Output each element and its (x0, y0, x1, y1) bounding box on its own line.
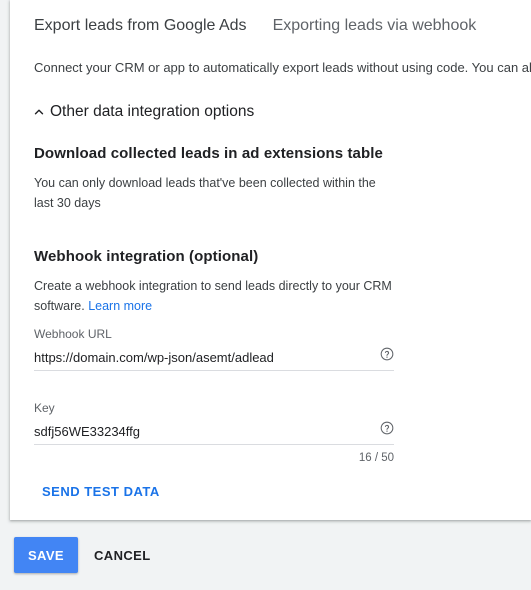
send-test-data-button[interactable]: SEND TEST DATA (42, 484, 160, 499)
tab-export-leads-google-ads[interactable]: Export leads from Google Ads (34, 16, 247, 36)
help-circle-icon[interactable] (380, 421, 394, 435)
learn-more-link[interactable]: Learn more (88, 299, 152, 313)
tab-exporting-leads-webhook[interactable]: Exporting leads via webhook (273, 16, 477, 36)
webhook-url-label: Webhook URL (34, 327, 112, 341)
webhook-section-description: Create a webhook integration to send lea… (34, 276, 402, 316)
download-section-title: Download collected leads in ad extension… (34, 145, 383, 162)
webhook-url-field (34, 347, 394, 371)
help-circle-icon[interactable] (380, 347, 394, 361)
key-field (34, 421, 394, 445)
webhook-settings-card: Export leads from Google Ads Exporting l… (10, 0, 531, 520)
webhook-url-input[interactable] (34, 347, 364, 367)
intro-text: Connect your CRM or app to automatically… (34, 60, 531, 75)
key-character-counter: 16 / 50 (358, 452, 394, 464)
other-options-label: Other data integration options (50, 103, 255, 120)
tab-bar: Export leads from Google Ads Exporting l… (34, 16, 476, 36)
webhook-section-title: Webhook integration (optional) (34, 248, 259, 265)
other-options-toggle[interactable]: Other data integration options (32, 103, 254, 121)
key-input[interactable] (34, 421, 364, 441)
save-button[interactable]: SAVE (14, 537, 78, 573)
key-label: Key (34, 401, 55, 415)
chevron-up-icon (34, 109, 44, 115)
cancel-button[interactable]: CANCEL (84, 537, 161, 573)
download-section-description: You can only download leads that've been… (34, 176, 376, 210)
